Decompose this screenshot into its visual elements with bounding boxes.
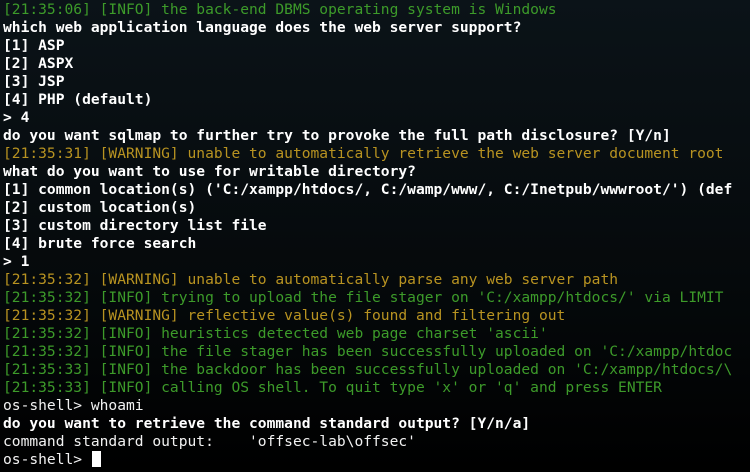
terminal-line: [1] common location(s) ('C:/xampp/htdocs… <box>3 181 733 198</box>
terminal-line: [2] ASPX <box>3 55 74 72</box>
terminal-line: [21:35:32] [WARNING] unable to automatic… <box>3 271 619 288</box>
terminal-line: [21:35:33] [INFO] the backdoor has been … <box>3 361 733 378</box>
terminal-line: [21:35:33] [INFO] calling OS shell. To q… <box>3 379 662 396</box>
terminal-line: [4] brute force search <box>3 235 197 252</box>
terminal-line: [2] custom location(s) <box>3 199 197 216</box>
terminal-output: [21:35:06] [INFO] the back-end DBMS oper… <box>3 1 750 469</box>
terminal-line: [3] custom directory list file <box>3 217 267 234</box>
terminal-line: [21:35:32] [INFO] heuristics detected we… <box>3 325 548 342</box>
terminal-line: do you want to retrieve the command stan… <box>3 415 531 432</box>
terminal-line: [4] PHP (default) <box>3 91 153 108</box>
terminal-line: [21:35:06] [INFO] the back-end DBMS oper… <box>3 1 557 18</box>
terminal-line: do you want sqlmap to further try to pro… <box>3 127 671 144</box>
terminal-line: which web application language does the … <box>3 19 522 36</box>
terminal-line: [21:35:32] [INFO] the file stager has be… <box>3 343 733 360</box>
text-cursor <box>91 451 101 467</box>
terminal-line: [3] JSP <box>3 73 65 90</box>
terminal-line: command standard output: 'offsec-lab\off… <box>3 433 416 450</box>
terminal-line: [1] ASP <box>3 37 65 54</box>
terminal-window[interactable]: [21:35:06] [INFO] the back-end DBMS oper… <box>0 0 750 472</box>
terminal-line: what do you want to use for writable dir… <box>3 163 416 180</box>
terminal-line: > 1 <box>3 253 30 270</box>
terminal-line: [21:35:32] [INFO] trying to upload the f… <box>3 289 724 306</box>
shell-prompt-line[interactable]: os-shell> <box>3 451 750 469</box>
shell-prompt: os-shell> <box>3 451 91 468</box>
terminal-line: > 4 <box>3 109 30 126</box>
terminal-line: [21:35:32] [WARNING] reflective value(s)… <box>3 307 566 324</box>
terminal-line: os-shell> whoami <box>3 397 144 414</box>
terminal-line: [21:35:31] [WARNING] unable to automatic… <box>3 145 724 162</box>
